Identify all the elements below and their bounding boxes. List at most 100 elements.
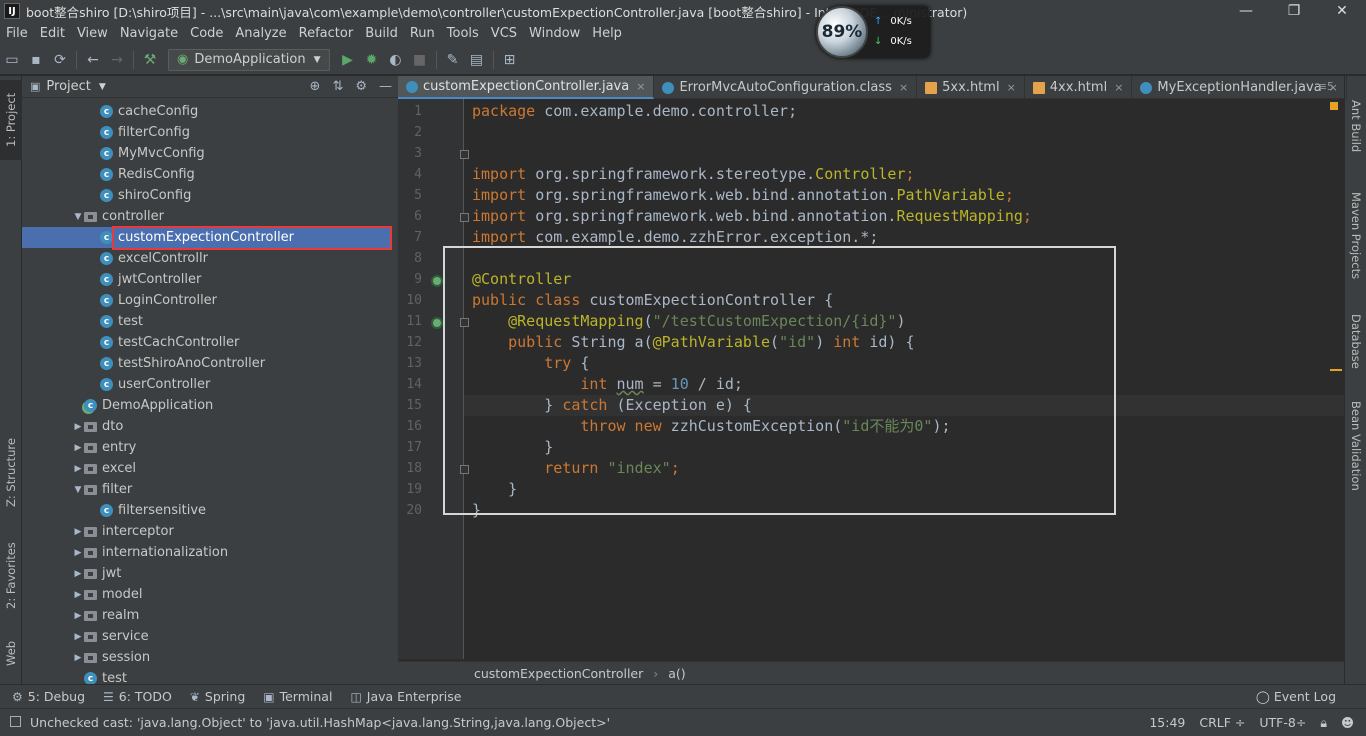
tree-item[interactable]: ▼ filter [22, 479, 390, 500]
tree-item[interactable]: c filtersensitive [22, 500, 390, 521]
chevron-right-icon[interactable]: ▶ [72, 443, 84, 453]
close-tab-icon[interactable]: × [1114, 81, 1123, 94]
bottom-tool-button[interactable]: ▣ Terminal [263, 689, 332, 704]
bottom-tool-button[interactable]: ⚙ 5: Debug [12, 689, 85, 704]
bean-validation-tool-tab[interactable]: Bean Validation [1345, 396, 1366, 496]
hide-panel-icon[interactable]: — [379, 79, 392, 94]
menu-vcs[interactable]: VCS [485, 26, 523, 41]
close-tab-icon[interactable]: × [636, 80, 645, 93]
menu-file[interactable]: File [0, 26, 34, 41]
web-tool-tab[interactable]: Web [0, 631, 22, 676]
gear-icon[interactable]: ⚙ [355, 79, 367, 94]
tabs-overflow-menu[interactable]: ≡5 [1318, 80, 1334, 93]
structure-tool-tab[interactable]: Z: Structure [0, 428, 22, 518]
fold-marker-icon[interactable] [460, 213, 469, 222]
tree-item[interactable]: c LoginController [22, 290, 390, 311]
menu-build[interactable]: Build [359, 26, 404, 41]
tree-item[interactable]: ▶ realm [22, 605, 390, 626]
database-tool-tab[interactable]: Database [1345, 306, 1366, 376]
close-button[interactable]: ✕ [1318, 0, 1366, 22]
menu-navigate[interactable]: Navigate [114, 26, 184, 41]
maven-projects-tool-tab[interactable]: Maven Projects [1345, 186, 1366, 286]
chevron-down-icon[interactable]: ▼ [72, 212, 84, 222]
tree-item[interactable]: c excelControllr [22, 248, 390, 269]
error-stripe-marker[interactable] [1330, 369, 1342, 371]
sync-icon[interactable]: ⟳ [48, 49, 72, 71]
tree-item[interactable]: c RedisConfig [22, 164, 390, 185]
bottom-tool-button[interactable]: ◫ Java Enterprise [350, 689, 461, 704]
tree-item[interactable]: c filterConfig [22, 122, 390, 143]
tree-item[interactable]: ▶ interceptor [22, 521, 390, 542]
tree-item[interactable]: c test [22, 311, 390, 332]
open-folder-icon[interactable]: ▭ [0, 49, 24, 71]
tree-item[interactable]: c shiroConfig [22, 185, 390, 206]
stop-icon[interactable]: ■ [408, 49, 432, 71]
save-icon[interactable]: ▪ [24, 49, 48, 71]
back-icon[interactable]: ← [81, 49, 105, 71]
project-view-label[interactable]: Project [46, 79, 90, 94]
tree-item[interactable]: ▶ dto [22, 416, 390, 437]
tree-item[interactable]: ▼ controller [22, 206, 390, 227]
spring-bean-gutter-icon[interactable] [431, 317, 443, 329]
editor-tab[interactable]: 5xx.html × [917, 76, 1025, 99]
restore-button[interactable]: ❐ [1270, 0, 1318, 22]
tree-item[interactable]: ▶ model [22, 584, 390, 605]
project-tree[interactable]: c cacheConfig c filterConfig c MyMvcConfig c Re… [22, 100, 390, 684]
menu-analyze[interactable]: Analyze [229, 26, 292, 41]
run-icon[interactable]: ▶ [336, 49, 360, 71]
menu-edit[interactable]: Edit [34, 26, 71, 41]
fold-marker-icon[interactable] [460, 318, 469, 327]
tree-item[interactable]: c test [22, 668, 390, 684]
caret-position[interactable]: 15:49 [1149, 715, 1185, 731]
spring-bean-gutter-icon[interactable] [431, 275, 443, 287]
menu-refactor[interactable]: Refactor [293, 26, 360, 41]
chevron-right-icon[interactable]: ▶ [72, 569, 84, 579]
minimize-button[interactable]: — [1222, 0, 1270, 22]
ant-build-tool-tab[interactable]: Ant Build [1345, 86, 1366, 166]
chevron-right-icon[interactable]: ▶ [72, 527, 84, 537]
tree-item[interactable]: c userController [22, 374, 390, 395]
tree-item[interactable]: c MyMvcConfig [22, 143, 390, 164]
network-speed-widget[interactable]: 89% ↑ 0K/s ↓ 0K/s [816, 6, 930, 58]
breadcrumb-class[interactable]: customExpectionController [474, 666, 643, 681]
tree-item[interactable]: ▶ session [22, 647, 390, 668]
settings-wrench-icon[interactable]: ✎ [441, 49, 465, 71]
fold-marker-icon[interactable] [460, 150, 469, 159]
chevron-down-icon[interactable]: ▼ [72, 485, 84, 495]
tree-item[interactable]: ▶ jwt [22, 563, 390, 584]
tree-item[interactable]: c testCachController [22, 332, 390, 353]
line-separator[interactable]: CRLF ÷ [1199, 715, 1245, 731]
debug-icon[interactable]: ✹ [360, 49, 384, 71]
chevron-right-icon[interactable]: ▶ [72, 464, 84, 474]
scroll-from-source-icon[interactable]: ⊕ [310, 79, 321, 94]
chevron-down-icon[interactable]: ▼ [99, 82, 106, 92]
tree-item[interactable]: c DemoApplication [22, 395, 390, 416]
project-structure-icon[interactable]: ▤ [465, 49, 489, 71]
build-hammer-icon[interactable]: ⚒ [138, 49, 162, 71]
bottom-tool-button[interactable]: ❦ Spring [190, 689, 245, 704]
file-encoding[interactable]: UTF-8÷ [1259, 715, 1306, 731]
tree-item[interactable]: c customExpectionController [22, 227, 390, 248]
fold-marker-icon[interactable] [460, 465, 469, 474]
menu-run[interactable]: Run [404, 26, 441, 41]
coverage-icon[interactable]: ◐ [384, 49, 408, 71]
bottom-tool-button[interactable]: ☰ 6: TODO [103, 689, 172, 704]
event-log-button[interactable]: ◯ Event Log [1256, 689, 1336, 704]
chevron-right-icon[interactable]: ▶ [72, 653, 84, 663]
chevron-right-icon[interactable]: ▶ [72, 590, 84, 600]
chevron-right-icon[interactable]: ▶ [72, 632, 84, 642]
menu-help[interactable]: Help [586, 26, 628, 41]
toggle-tool-windows-icon[interactable] [10, 716, 21, 727]
tree-item[interactable]: c testShiroAnoController [22, 353, 390, 374]
tasks-icon[interactable]: ⊞ [498, 49, 522, 71]
collapse-all-icon[interactable]: ⇅ [332, 79, 343, 94]
menu-window[interactable]: Window [523, 26, 586, 41]
favorites-tool-tab[interactable]: 2: Favorites [0, 531, 22, 621]
project-tool-tab[interactable]: 1: Project [0, 80, 22, 160]
close-tab-icon[interactable]: × [1007, 81, 1016, 94]
tree-item[interactable]: c jwtController [22, 269, 390, 290]
editor-tab[interactable]: 4xx.html × [1025, 76, 1133, 99]
tree-item[interactable]: c cacheConfig [22, 101, 390, 122]
run-configuration-select[interactable]: ◉ DemoApplication ▼ [168, 48, 330, 71]
tree-item[interactable]: ▶ entry [22, 437, 390, 458]
